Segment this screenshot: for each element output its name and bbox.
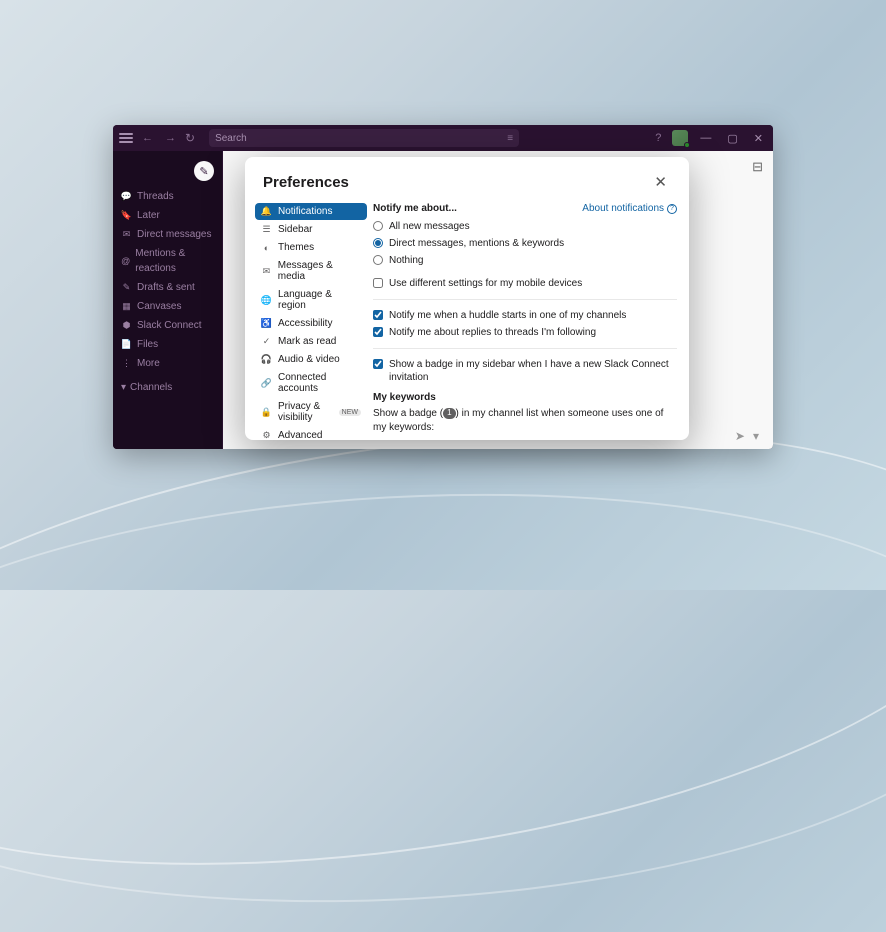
mentions-icon: @ bbox=[121, 254, 130, 269]
radio-dm-mentions[interactable]: Direct messages, mentions & keywords bbox=[373, 235, 677, 252]
avatar[interactable] bbox=[672, 130, 688, 146]
modal-header: Preferences ✕ bbox=[245, 157, 689, 203]
close-icon[interactable]: ✕ bbox=[650, 171, 671, 193]
pref-nav-language[interactable]: 🌐Language & region bbox=[255, 286, 367, 314]
pref-content[interactable]: Notify me about... About notifications ?… bbox=[367, 203, 689, 440]
modal-title: Preferences bbox=[263, 174, 349, 191]
sidebar-item-more[interactable]: ⋮More bbox=[113, 354, 222, 373]
sidebar-item-later[interactable]: 🔖Later bbox=[113, 206, 222, 225]
thread-panel-icon[interactable]: ⊟ bbox=[752, 159, 763, 175]
channels-section[interactable]: ▾Channels bbox=[113, 379, 222, 396]
badge-example-icon: 1 bbox=[443, 408, 455, 419]
pref-nav-markread[interactable]: ✓Mark as read bbox=[255, 333, 367, 350]
filter-icon[interactable]: ≡ bbox=[507, 133, 513, 144]
nav-forward-icon[interactable]: → bbox=[162, 132, 179, 144]
themes-icon: ◐ bbox=[261, 243, 272, 253]
divider bbox=[373, 348, 677, 349]
sidebar-item-drafts[interactable]: ✎Drafts & sent bbox=[113, 278, 222, 297]
globe-icon: 🌐 bbox=[261, 295, 272, 306]
compose-button[interactable]: ✎ bbox=[194, 161, 214, 181]
headphones-icon: 🎧 bbox=[261, 354, 272, 365]
status-dot-icon bbox=[684, 142, 690, 148]
check-mobile-diff[interactable]: Use different settings for my mobile dev… bbox=[373, 275, 677, 292]
pref-nav-accessibility[interactable]: ♿Accessibility bbox=[255, 315, 367, 332]
bell-icon: 🔔 bbox=[261, 206, 272, 217]
preferences-modal: Preferences ✕ 🔔Notifications ☰Sidebar ◐T… bbox=[245, 157, 689, 440]
threads-icon: 💬 bbox=[121, 189, 132, 204]
later-icon: 🔖 bbox=[121, 208, 132, 223]
sidebar-item-canvases[interactable]: ▦Canvases bbox=[113, 297, 222, 316]
help-icon[interactable]: ? bbox=[652, 132, 664, 144]
sidebar-item-dms[interactable]: ✉Direct messages bbox=[113, 225, 222, 244]
minimize-button[interactable]: — bbox=[696, 132, 715, 144]
check-huddle[interactable]: Notify me when a huddle starts in one of… bbox=[373, 307, 677, 324]
connect-icon: ⬢ bbox=[121, 318, 132, 333]
send-options-icon[interactable]: ▾ bbox=[753, 429, 759, 443]
sidebar-item-files[interactable]: 📄Files bbox=[113, 335, 222, 354]
pref-nav-notifications[interactable]: 🔔Notifications bbox=[255, 203, 367, 220]
pref-nav-accounts[interactable]: 🔗Connected accounts bbox=[255, 369, 367, 397]
sidebar-icon: ☰ bbox=[261, 224, 272, 235]
chevron-down-icon: ▾ bbox=[121, 382, 126, 393]
pref-nav-advanced[interactable]: ⚙Advanced bbox=[255, 427, 367, 440]
search-input[interactable]: Search ≡ bbox=[209, 129, 519, 147]
link-icon: 🔗 bbox=[261, 378, 272, 389]
gear-icon: ⚙ bbox=[261, 430, 272, 440]
sidebar: ✎ 💬Threads 🔖Later ✉Direct messages @Ment… bbox=[113, 151, 223, 449]
history-icon[interactable]: ↻ bbox=[185, 131, 195, 145]
pref-nav: 🔔Notifications ☰Sidebar ◐Themes ✉Message… bbox=[245, 203, 367, 440]
send-icon[interactable]: ➤ bbox=[735, 429, 745, 443]
nav-back-icon[interactable]: ← bbox=[139, 132, 156, 144]
help-circle-icon: ? bbox=[667, 204, 677, 214]
hamburger-icon[interactable] bbox=[119, 133, 133, 143]
maximize-button[interactable]: ▢ bbox=[723, 132, 741, 145]
keywords-title: My keywords bbox=[373, 392, 677, 403]
checkmark-icon: ✓ bbox=[261, 336, 272, 347]
files-icon: 📄 bbox=[121, 337, 132, 352]
keywords-description: Show a badge (1) in my channel list when… bbox=[373, 407, 677, 435]
more-icon: ⋮ bbox=[121, 356, 132, 371]
pref-nav-audiovideo[interactable]: 🎧Audio & video bbox=[255, 351, 367, 368]
accessibility-icon: ♿ bbox=[261, 318, 272, 329]
canvas-icon: ▦ bbox=[121, 299, 132, 314]
check-thread-replies[interactable]: Notify me about replies to threads I'm f… bbox=[373, 324, 677, 341]
pref-nav-themes[interactable]: ◐Themes bbox=[255, 239, 367, 256]
sidebar-item-threads[interactable]: 💬Threads bbox=[113, 187, 222, 206]
pref-nav-privacy[interactable]: 🔒Privacy & visibilityNEW bbox=[255, 398, 367, 426]
divider bbox=[373, 299, 677, 300]
radio-nothing[interactable]: Nothing bbox=[373, 252, 677, 269]
pref-nav-sidebar[interactable]: ☰Sidebar bbox=[255, 221, 367, 238]
messages-icon: ✉ bbox=[261, 266, 272, 277]
titlebar: ← → ↻ Search ≡ ? — ▢ ✕ bbox=[113, 125, 773, 151]
window-close-button[interactable]: ✕ bbox=[750, 132, 767, 145]
search-placeholder: Search bbox=[215, 133, 247, 144]
notify-about-title: Notify me about... bbox=[373, 203, 457, 214]
sidebar-item-connect[interactable]: ⬢Slack Connect bbox=[113, 316, 222, 335]
drafts-icon: ✎ bbox=[121, 280, 132, 295]
dm-icon: ✉ bbox=[121, 227, 132, 242]
new-badge: NEW bbox=[339, 409, 361, 416]
lock-icon: 🔒 bbox=[261, 407, 272, 418]
about-notifications-link[interactable]: About notifications ? bbox=[582, 203, 677, 214]
radio-all-messages[interactable]: All new messages bbox=[373, 218, 677, 235]
pref-nav-messages[interactable]: ✉Messages & media bbox=[255, 257, 367, 285]
sidebar-item-mentions[interactable]: @Mentions & reactions bbox=[113, 244, 222, 278]
check-connect-badge[interactable]: Show a badge in my sidebar when I have a… bbox=[373, 356, 677, 386]
